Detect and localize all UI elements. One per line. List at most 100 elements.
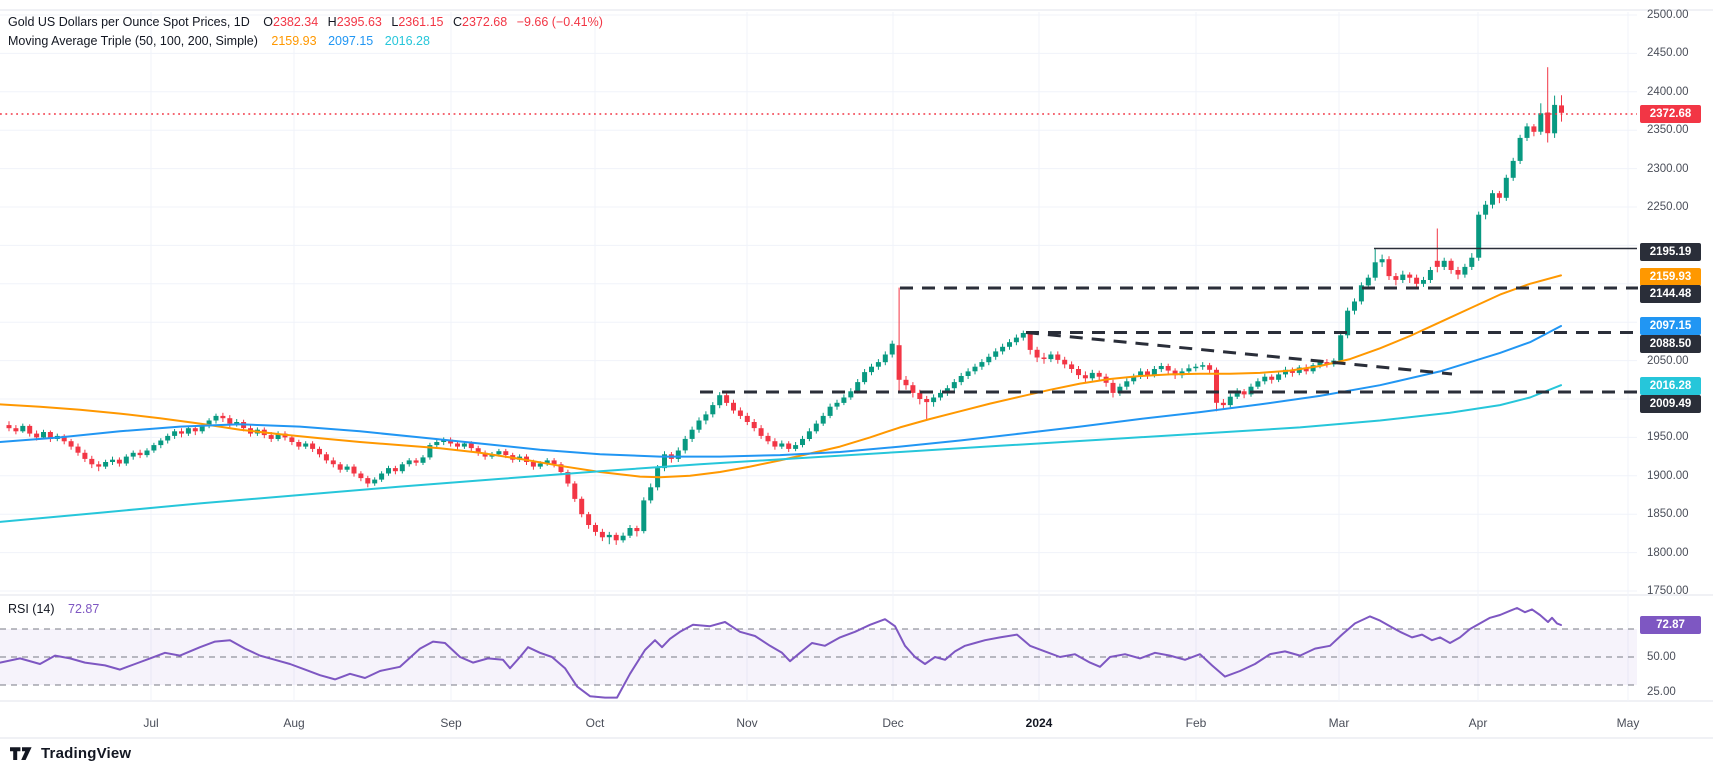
- candle-body-up: [1193, 367, 1198, 369]
- candle-body-down: [572, 484, 577, 499]
- time-tick-label: Oct: [586, 716, 605, 730]
- candle-body-down: [1035, 350, 1040, 358]
- candle-body-up: [717, 395, 722, 405]
- candle-body-up: [1538, 113, 1543, 131]
- candle-body-down: [338, 464, 343, 469]
- candle-body-down: [917, 393, 922, 399]
- candle-body-down: [414, 460, 419, 462]
- candle-body-down: [13, 428, 18, 431]
- ma-legend[interactable]: Moving Average Triple (50, 100, 200, Sim…: [8, 34, 430, 48]
- candle-body-up: [1186, 368, 1191, 371]
- time-tick-label: May: [1617, 716, 1640, 730]
- candle-body-up: [1014, 338, 1019, 343]
- price-tick-label: 2350.00: [1647, 124, 1689, 136]
- candle-body-down: [1042, 358, 1047, 360]
- candle-body-down: [503, 451, 508, 455]
- candle-body-down: [1242, 391, 1247, 394]
- candle-body-down: [1166, 366, 1171, 371]
- high-value: 2395.63: [337, 15, 382, 29]
- candle-body-down: [117, 460, 122, 464]
- candle-body-up: [1483, 205, 1488, 215]
- chart-canvas[interactable]: [0, 0, 1713, 777]
- tradingview-logo[interactable]: TradingView: [10, 745, 131, 762]
- candle-body-down: [1531, 126, 1536, 131]
- candle-body-up: [386, 468, 391, 473]
- rsi-tick-label: 25.00: [1647, 686, 1676, 698]
- candle-body-up: [1421, 280, 1426, 284]
- candle-body-up: [151, 445, 156, 450]
- candle-body-up: [883, 355, 888, 363]
- candle-body-up: [103, 462, 108, 467]
- candle-body-down: [1076, 369, 1081, 375]
- candle-body-down: [89, 459, 94, 464]
- candle-body-up: [1338, 335, 1343, 360]
- candle-body-up: [648, 487, 653, 500]
- time-axis[interactable]: [0, 701, 1637, 738]
- candle-body-down: [469, 444, 474, 449]
- candle-body-up: [434, 442, 439, 445]
- candle-body-down: [324, 454, 329, 460]
- trend-line[interactable]: [1026, 333, 1452, 375]
- candle-body-down: [897, 345, 902, 380]
- price-badge: 2097.15: [1640, 317, 1701, 335]
- symbol-title: Gold US Dollars per Ounce Spot Prices, 1…: [8, 15, 250, 29]
- rsi-legend[interactable]: RSI (14) 72.87: [8, 602, 99, 616]
- candle-body-down: [365, 478, 370, 483]
- candle-body-up: [158, 441, 163, 446]
- candle-body-up: [807, 431, 812, 439]
- candle-body-up: [20, 426, 25, 431]
- candle-body-up: [966, 371, 971, 376]
- candle-body-up: [1400, 275, 1405, 280]
- candle-body-up: [683, 439, 688, 451]
- open-value: 2382.34: [273, 15, 318, 29]
- candle-body-down: [69, 441, 74, 446]
- candle-body-up: [1090, 373, 1095, 378]
- candle-body-up: [607, 535, 612, 537]
- candle-body-down: [1028, 333, 1033, 350]
- symbol-legend[interactable]: Gold US Dollars per Ounce Spot Prices, 1…: [8, 15, 603, 29]
- candle-body-up: [496, 451, 501, 454]
- candle-body-down: [1097, 373, 1102, 377]
- tradingview-brand-text: TradingView: [41, 745, 131, 762]
- high-label: H: [328, 15, 337, 29]
- price-tick-label: 2450.00: [1647, 47, 1689, 59]
- candle-body-up: [821, 416, 826, 424]
- candle-body-up: [841, 398, 846, 403]
- rsi-value: 72.87: [68, 602, 99, 616]
- candle-body-up: [793, 445, 798, 449]
- candle-body-down: [1435, 261, 1440, 267]
- ma100-value: 2097.15: [328, 34, 373, 48]
- candle-body-up: [1442, 261, 1447, 267]
- price-badge: 2009.49: [1640, 395, 1701, 413]
- candle-body-down: [317, 449, 322, 454]
- time-tick-label: Apr: [1469, 716, 1488, 730]
- candle-body-down: [227, 418, 232, 423]
- time-tick-label: Feb: [1186, 716, 1207, 730]
- price-tick-label: 2400.00: [1647, 86, 1689, 98]
- candle-body-up: [1469, 258, 1474, 267]
- close-value: 2372.68: [462, 15, 507, 29]
- candle-body-up: [676, 451, 681, 459]
- candle-body-down: [786, 444, 791, 449]
- candle-body-up: [1462, 267, 1467, 275]
- trading-chart-app: Gold US Dollars per Ounce Spot Prices, 1…: [0, 0, 1713, 777]
- candle-body-up: [1276, 374, 1281, 379]
- candle-body-down: [1449, 261, 1454, 270]
- price-tick-label: 2300.00: [1647, 163, 1689, 175]
- candle-body-up: [1352, 302, 1357, 311]
- candle-body-down: [1083, 375, 1088, 378]
- candle-body-down: [310, 444, 315, 449]
- candle-body-down: [76, 447, 81, 453]
- candle-body-down: [614, 535, 619, 540]
- candle-body-up: [172, 431, 177, 436]
- candle-body-up: [1200, 365, 1205, 367]
- candle-body-down: [766, 436, 771, 441]
- candle-body-down: [7, 425, 12, 428]
- candle-body-down: [289, 437, 294, 442]
- candle-body-up: [234, 422, 239, 424]
- candle-body-up: [379, 474, 384, 480]
- candle-body-down: [179, 431, 184, 433]
- candle-body-down: [600, 532, 605, 537]
- candle-body-up: [124, 457, 129, 464]
- candle-body-down: [531, 462, 536, 467]
